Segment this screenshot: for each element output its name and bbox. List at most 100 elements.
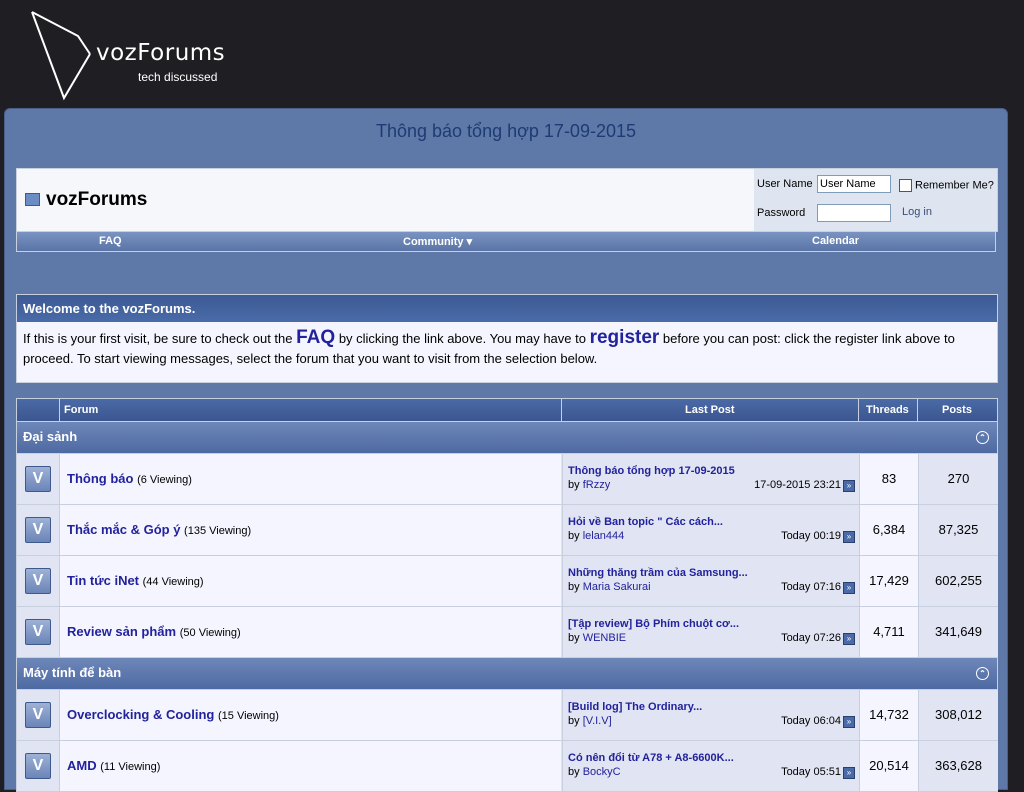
page-title[interactable]: Thông báo tổng hợp 17-09-2015 xyxy=(5,121,1007,142)
by-label: by xyxy=(568,530,580,542)
go-to-last-post-icon[interactable]: » xyxy=(843,531,855,543)
category-header[interactable]: Máy tính để bàn ⌃ xyxy=(17,657,997,689)
last-post-date: Today 07:26 xyxy=(781,632,841,644)
logo-tagline: tech discussed xyxy=(138,70,218,84)
breadcrumb-title: vozForums xyxy=(46,189,148,210)
welcome-text-2: by clicking the link above. You may have… xyxy=(338,331,586,346)
last-post-date: Today 00:19 xyxy=(781,530,841,542)
nav-calendar[interactable]: Calendar xyxy=(812,235,859,247)
last-post-user[interactable]: WENBIE xyxy=(583,632,626,644)
forum-status: V xyxy=(17,454,59,504)
forum-status: V xyxy=(17,690,59,740)
last-post-date: Today 07:16 xyxy=(781,581,841,593)
go-to-last-post-icon[interactable]: » xyxy=(843,582,855,594)
site-header: vozForums tech discussed xyxy=(0,0,1024,108)
logo-name: vozForums xyxy=(96,40,226,66)
post-count: 341,649 xyxy=(918,607,998,657)
col-forum: Forum xyxy=(64,404,99,416)
forum-link[interactable]: AMD xyxy=(67,758,97,773)
last-post-link[interactable]: [Tập review] Bộ Phím chuột cơ... xyxy=(568,618,739,630)
post-count: 308,012 xyxy=(918,690,998,740)
thread-count: 4,711 xyxy=(859,607,918,657)
nav-faq[interactable]: FAQ xyxy=(99,235,122,247)
breadcrumb-box: vozForums User Name Remember Me? Passwor… xyxy=(16,168,998,232)
last-post-link[interactable]: [Build log] The Ordinary... xyxy=(568,701,702,713)
forum-row: V Thông báo (6 Viewing) Thông báo tổng h… xyxy=(17,453,998,504)
last-post-link[interactable]: Thông báo tổng hợp 17-09-2015 xyxy=(568,465,735,477)
category-title: Máy tính để bàn xyxy=(23,665,122,680)
nav-community-label: Community xyxy=(403,236,464,248)
thread-count: 83 xyxy=(859,454,918,504)
forum-status-icon: V xyxy=(25,466,51,492)
forum-status-icon: V xyxy=(25,568,51,594)
thread-count: 17,429 xyxy=(859,556,918,606)
breadcrumb[interactable]: vozForums xyxy=(25,189,147,211)
nav-community[interactable]: Community ▾ xyxy=(403,235,472,248)
category-header[interactable]: Đại sảnh ⌃ xyxy=(17,421,997,453)
forum-status: V xyxy=(17,741,59,791)
last-post-link[interactable]: Hỏi về Ban topic " Các cách... xyxy=(568,516,723,528)
username-input[interactable] xyxy=(817,175,891,193)
login-button[interactable]: Log in xyxy=(902,206,932,218)
faq-link[interactable]: FAQ xyxy=(296,327,335,348)
last-post-date: Today 06:04 xyxy=(781,715,841,727)
col-threads: Threads xyxy=(866,404,909,416)
viewing-count: (50 Viewing) xyxy=(179,627,241,639)
forum-status-icon: V xyxy=(25,753,51,779)
by-label: by xyxy=(568,479,580,491)
go-to-last-post-icon[interactable]: » xyxy=(843,716,855,728)
remember-label: Remember Me? xyxy=(915,179,994,192)
password-label: Password xyxy=(757,207,806,219)
forum-link[interactable]: Thông báo xyxy=(67,471,133,486)
forum-row: V Overclocking & Cooling (15 Viewing) [B… xyxy=(17,689,998,740)
forum-link[interactable]: Overclocking & Cooling xyxy=(67,707,214,722)
forum-row: V Thắc mắc & Góp ý (135 Viewing) Hỏi về … xyxy=(17,504,998,555)
viewing-count: (15 Viewing) xyxy=(217,710,279,722)
login-form: User Name Remember Me? Password Log in xyxy=(754,169,997,231)
thread-count: 14,732 xyxy=(859,690,918,740)
by-label: by xyxy=(568,581,580,593)
username-label: User Name xyxy=(757,178,813,190)
forum-row: V AMD (11 Viewing) Có nên đổi từ A78 + A… xyxy=(17,740,998,791)
forum-link[interactable]: Review sản phẩm xyxy=(67,624,176,639)
site-logo[interactable]: vozForums tech discussed xyxy=(30,8,230,103)
go-to-last-post-icon[interactable]: » xyxy=(843,767,855,779)
main-frame: Thông báo tổng hợp 17-09-2015 vozForums … xyxy=(4,108,1008,792)
password-input[interactable] xyxy=(817,204,891,222)
by-label: by xyxy=(568,715,580,727)
forum-status: V xyxy=(17,607,59,657)
last-post-link[interactable]: Những thăng trầm của Samsung... xyxy=(568,567,748,579)
register-link[interactable]: register xyxy=(590,327,660,348)
post-count: 363,628 xyxy=(918,741,998,791)
chevron-down-icon: ▾ xyxy=(466,236,473,248)
forum-link[interactable]: Tin tức iNet xyxy=(67,573,139,588)
collapse-icon[interactable]: ⌃ xyxy=(976,431,989,444)
last-post-user[interactable]: fRzzy xyxy=(583,479,611,491)
col-posts: Posts xyxy=(942,404,972,416)
go-to-last-post-icon[interactable]: » xyxy=(843,480,855,492)
last-post-link[interactable]: Có nên đổi từ A78 + A8-6600K... xyxy=(568,752,734,764)
last-post-date: 17-09-2015 23:21 xyxy=(754,479,841,491)
viewing-count: (44 Viewing) xyxy=(142,576,204,588)
thread-count: 6,384 xyxy=(859,505,918,555)
post-count: 87,325 xyxy=(918,505,998,555)
forum-link[interactable]: Thắc mắc & Góp ý xyxy=(67,522,180,537)
post-count: 602,255 xyxy=(918,556,998,606)
col-last-post: Last Post xyxy=(685,404,735,416)
forum-row: V Tin tức iNet (44 Viewing) Những thăng … xyxy=(17,555,998,606)
forum-status-icon: V xyxy=(25,619,51,645)
forum-table: Forum Last Post Threads Posts Đại sảnh ⌃ … xyxy=(16,398,998,792)
last-post-user[interactable]: lelan444 xyxy=(583,530,625,542)
forum-home-icon xyxy=(25,193,40,207)
forum-status: V xyxy=(17,556,59,606)
last-post-user[interactable]: [V.I.V] xyxy=(583,715,612,727)
forum-row: V Review sản phẩm (50 Viewing) [Tập revi… xyxy=(17,606,998,657)
welcome-text: If this is your first visit, be sure to … xyxy=(17,322,997,375)
forum-status: V xyxy=(17,505,59,555)
last-post-user[interactable]: Maria Sakurai xyxy=(583,581,651,593)
remember-me[interactable]: Remember Me? xyxy=(899,179,994,192)
welcome-text-1: If this is your first visit, be sure to … xyxy=(23,331,293,346)
go-to-last-post-icon[interactable]: » xyxy=(843,633,855,645)
collapse-icon[interactable]: ⌃ xyxy=(976,667,989,680)
remember-checkbox[interactable] xyxy=(899,179,912,192)
